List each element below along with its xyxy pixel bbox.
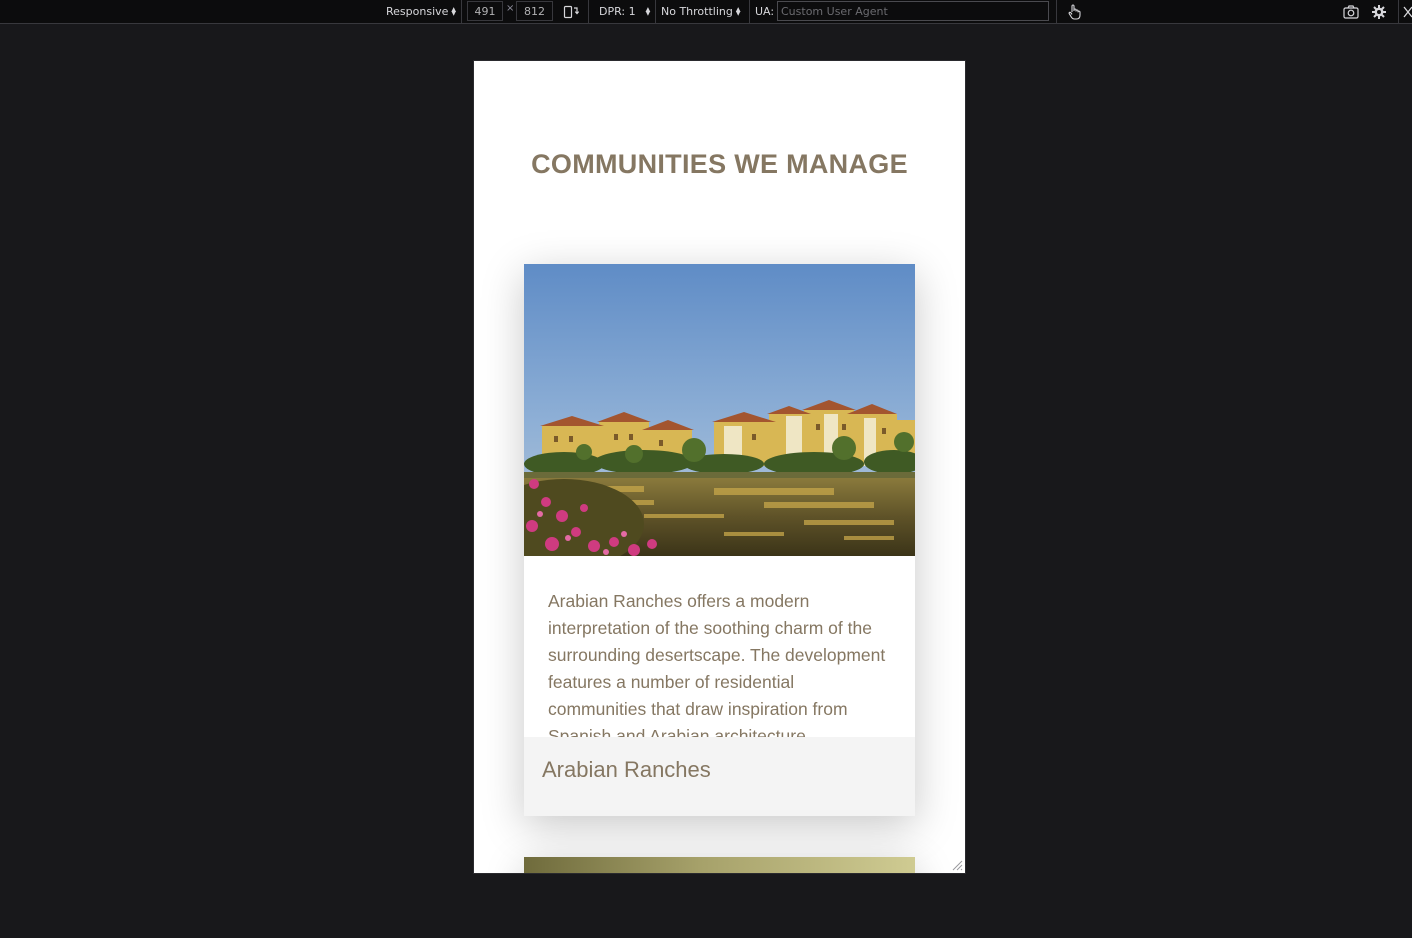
device-selector[interactable]: Responsive ▲ ▼ xyxy=(386,0,456,23)
device-selector-label: Responsive xyxy=(386,5,449,18)
settings-gear-icon[interactable] xyxy=(1369,0,1389,23)
dimension-separator: × xyxy=(506,3,515,14)
next-community-card[interactable] xyxy=(524,857,915,873)
resize-handle-icon[interactable] xyxy=(951,859,963,871)
community-name[interactable]: Arabian Ranches xyxy=(542,757,711,783)
throttling-selector-label: No Throttling xyxy=(661,5,733,18)
viewport-width-input[interactable]: 491 xyxy=(467,1,503,21)
throttling-selector[interactable]: No Throttling ▲ ▼ xyxy=(661,0,740,23)
touch-simulation-icon[interactable] xyxy=(1064,0,1084,23)
responsive-design-toolbar: Responsive ▲ ▼ 491 × 812 DPR: 1 ▲ ▼ No Thr… xyxy=(0,0,1412,24)
updown-arrows-icon: ▲ ▼ xyxy=(735,5,741,17)
updown-arrows-icon: ▲ ▼ xyxy=(451,5,457,17)
screenshot-camera-icon[interactable] xyxy=(1341,0,1361,23)
section-title: COMMUNITIES WE MANAGE xyxy=(531,149,908,179)
dpr-selector-label: DPR: 1 xyxy=(599,5,636,18)
viewport-height-input[interactable]: 812 xyxy=(516,1,553,21)
ua-label: UA: xyxy=(755,5,775,18)
card-footer: Arabian Ranches xyxy=(524,737,915,816)
updown-arrows-icon: ▲ ▼ xyxy=(645,5,651,17)
rotate-device-icon[interactable] xyxy=(561,0,581,23)
user-agent-input[interactable]: Custom User Agent xyxy=(777,1,1049,21)
web-page: COMMUNITIES WE MANAGE Arabian Ranches of… xyxy=(474,61,965,873)
dpr-selector[interactable]: DPR: 1 ▲ ▼ xyxy=(599,0,650,23)
community-photo xyxy=(524,264,915,556)
community-card[interactable]: Arabian Ranches offers a modern interpre… xyxy=(524,264,915,816)
emulated-viewport: COMMUNITIES WE MANAGE Arabian Ranches of… xyxy=(473,60,966,874)
close-icon[interactable] xyxy=(1402,0,1412,23)
community-description: Arabian Ranches offers a modern interpre… xyxy=(548,591,886,738)
